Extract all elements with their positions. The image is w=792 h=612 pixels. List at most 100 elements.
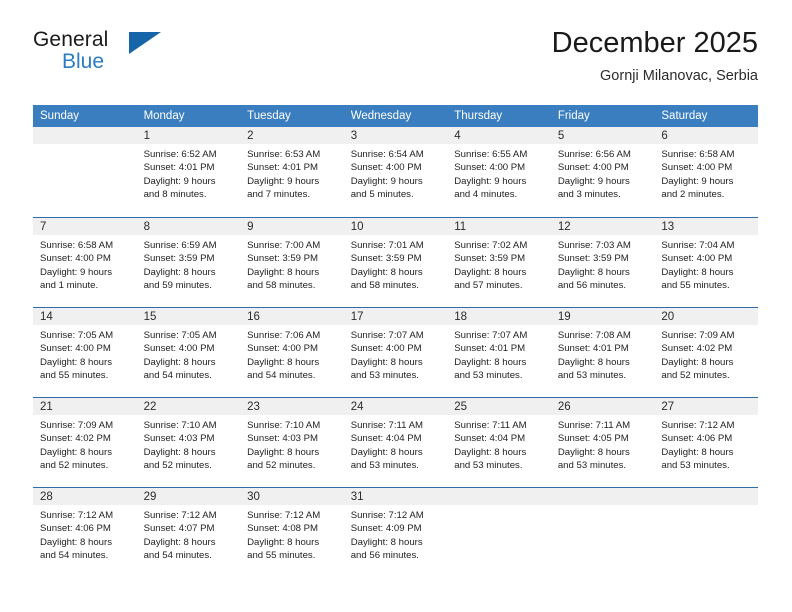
title-block: December 2025 Gornji Milanovac, Serbia <box>552 26 758 86</box>
daylight-duration-line2: and 54 minutes. <box>247 370 316 382</box>
day-details: Sunrise: 6:58 AM Sunset: 4:00 PM Daylight:… <box>654 144 758 202</box>
sunset-time: Sunset: 4:01 PM <box>454 343 526 355</box>
calendar-day-cell[interactable]: 25 Sunrise: 7:11 AM Sunset: 4:04 PM Dayligh… <box>447 397 551 487</box>
sunrise-time: Sunrise: 7:12 AM <box>350 510 424 521</box>
day-details: Sunrise: 7:12 AM Sunset: 4:09 PM Daylight:… <box>344 505 448 563</box>
calendar-day-cell[interactable] <box>447 487 551 577</box>
day-cell-inner: 8 Sunrise: 6:59 AM Sunset: 3:59 PM Daylight… <box>136 217 241 307</box>
daylight-duration-line2: and 52 minutes. <box>247 460 316 472</box>
daylight-duration-line1: Daylight: 8 hours <box>247 356 320 368</box>
sunrise-time: Sunrise: 7:09 AM <box>40 420 114 431</box>
daylight-duration-line1: Daylight: 9 hours <box>143 175 216 187</box>
calendar-day-cell[interactable]: 3 Sunrise: 6:54 AM Sunset: 4:00 PM Daylight… <box>343 127 448 217</box>
calendar-day-cell[interactable]: 6 Sunrise: 6:58 AM Sunset: 4:00 PM Daylight… <box>654 127 758 217</box>
calendar-day-cell[interactable]: 27 Sunrise: 7:12 AM Sunset: 4:06 PM Dayligh… <box>654 397 758 487</box>
calendar-day-cell[interactable]: 14 Sunrise: 7:05 AM Sunset: 4:00 PM Dayligh… <box>33 307 137 397</box>
calendar-day-cell[interactable]: 24 Sunrise: 7:11 AM Sunset: 4:04 PM Dayligh… <box>343 397 448 487</box>
sunset-time: Sunset: 4:00 PM <box>557 162 629 174</box>
day-number: 4 <box>447 127 551 144</box>
day-cell-inner: 19 Sunrise: 7:08 AM Sunset: 4:01 PM Dayligh… <box>550 307 655 397</box>
day-details <box>33 144 137 148</box>
day-details <box>654 505 758 509</box>
daylight-duration-line1: Daylight: 8 hours <box>454 446 527 458</box>
calendar-day-cell[interactable]: 21 Sunrise: 7:09 AM Sunset: 4:02 PM Dayligh… <box>33 397 137 487</box>
calendar-day-cell[interactable]: 10 Sunrise: 7:01 AM Sunset: 3:59 PM Dayligh… <box>343 217 448 307</box>
calendar-day-cell[interactable]: 2 Sunrise: 6:53 AM Sunset: 4:01 PM Daylight… <box>240 127 344 217</box>
day-details: Sunrise: 6:52 AM Sunset: 4:01 PM Daylight:… <box>137 144 241 202</box>
calendar-day-cell[interactable] <box>550 487 655 577</box>
daylight-duration-line1: Daylight: 8 hours <box>143 446 216 458</box>
calendar-day-cell[interactable] <box>654 487 758 577</box>
daylight-duration-line2: and 53 minutes. <box>661 460 730 472</box>
day-number: 7 <box>33 218 137 235</box>
calendar-day-cell[interactable]: 9 Sunrise: 7:00 AM Sunset: 3:59 PM Daylight… <box>240 217 344 307</box>
weekday-header-friday: Friday <box>550 105 655 127</box>
general-blue-logo[interactable]: General Blue <box>33 28 253 88</box>
day-details: Sunrise: 7:07 AM Sunset: 4:00 PM Daylight:… <box>344 325 448 383</box>
daylight-duration-line2: and 53 minutes. <box>454 370 523 382</box>
daylight-duration-line2: and 8 minutes. <box>143 189 207 201</box>
sunrise-time: Sunrise: 7:12 AM <box>247 510 321 521</box>
sunrise-time: Sunrise: 7:11 AM <box>454 420 527 431</box>
sunset-time: Sunset: 4:04 PM <box>454 433 526 445</box>
day-cell-inner: 22 Sunrise: 7:10 AM Sunset: 4:03 PM Dayligh… <box>136 397 241 487</box>
calendar-day-cell[interactable]: 8 Sunrise: 6:59 AM Sunset: 3:59 PM Daylight… <box>136 217 241 307</box>
day-cell-inner <box>447 487 551 577</box>
calendar-day-cell[interactable]: 30 Sunrise: 7:12 AM Sunset: 4:08 PM Dayligh… <box>240 487 344 577</box>
weekday-header-tuesday: Tuesday <box>240 105 344 127</box>
day-number <box>33 127 137 144</box>
day-number: 8 <box>136 218 241 235</box>
calendar-day-cell[interactable]: 5 Sunrise: 6:56 AM Sunset: 4:00 PM Daylight… <box>550 127 655 217</box>
daylight-duration-line1: Daylight: 8 hours <box>350 536 423 548</box>
sunrise-time: Sunrise: 7:01 AM <box>350 240 424 251</box>
calendar-day-cell[interactable] <box>33 127 137 217</box>
daylight-duration-line1: Daylight: 9 hours <box>557 175 630 187</box>
calendar-day-cell[interactable]: 4 Sunrise: 6:55 AM Sunset: 4:00 PM Daylight… <box>447 127 551 217</box>
calendar-day-cell[interactable]: 11 Sunrise: 7:02 AM Sunset: 3:59 PM Dayligh… <box>447 217 551 307</box>
day-cell-inner: 5 Sunrise: 6:56 AM Sunset: 4:00 PM Daylight… <box>550 127 655 217</box>
day-details <box>447 505 551 509</box>
calendar-day-cell[interactable]: 13 Sunrise: 7:04 AM Sunset: 4:00 PM Dayligh… <box>654 217 758 307</box>
day-number: 2 <box>240 127 344 144</box>
calendar-day-cell[interactable]: 20 Sunrise: 7:09 AM Sunset: 4:02 PM Dayligh… <box>654 307 758 397</box>
daylight-duration-line1: Daylight: 8 hours <box>247 446 320 458</box>
daylight-duration-line1: Daylight: 8 hours <box>143 266 216 278</box>
day-cell-inner <box>654 487 758 577</box>
calendar-day-cell[interactable]: 19 Sunrise: 7:08 AM Sunset: 4:01 PM Dayligh… <box>550 307 655 397</box>
calendar-day-cell[interactable]: 15 Sunrise: 7:05 AM Sunset: 4:00 PM Dayligh… <box>136 307 241 397</box>
day-details: Sunrise: 7:11 AM Sunset: 4:05 PM Daylight:… <box>551 415 655 473</box>
day-cell-inner: 26 Sunrise: 7:11 AM Sunset: 4:05 PM Dayligh… <box>550 397 655 487</box>
calendar-day-cell[interactable]: 22 Sunrise: 7:10 AM Sunset: 4:03 PM Dayligh… <box>136 397 241 487</box>
day-details: Sunrise: 7:06 AM Sunset: 4:00 PM Daylight:… <box>240 325 344 383</box>
day-details: Sunrise: 7:02 AM Sunset: 3:59 PM Daylight:… <box>447 235 551 293</box>
day-cell-inner: 11 Sunrise: 7:02 AM Sunset: 3:59 PM Dayligh… <box>447 217 551 307</box>
calendar-day-cell[interactable]: 28 Sunrise: 7:12 AM Sunset: 4:06 PM Dayligh… <box>33 487 137 577</box>
calendar-day-cell[interactable]: 1 Sunrise: 6:52 AM Sunset: 4:01 PM Daylight… <box>136 127 241 217</box>
day-details: Sunrise: 7:12 AM Sunset: 4:07 PM Daylight:… <box>137 505 241 563</box>
sunrise-time: Sunrise: 7:12 AM <box>40 510 114 521</box>
day-details: Sunrise: 7:09 AM Sunset: 4:02 PM Daylight:… <box>654 325 758 383</box>
daylight-duration-line2: and 4 minutes. <box>454 189 518 201</box>
sunset-time: Sunset: 3:59 PM <box>143 253 215 265</box>
day-number: 20 <box>654 308 758 325</box>
day-number: 11 <box>447 218 551 235</box>
calendar-day-cell[interactable]: 18 Sunrise: 7:07 AM Sunset: 4:01 PM Dayligh… <box>447 307 551 397</box>
calendar-day-cell[interactable]: 17 Sunrise: 7:07 AM Sunset: 4:00 PM Dayligh… <box>343 307 448 397</box>
logo-text-general: General <box>33 28 109 51</box>
day-details: Sunrise: 7:08 AM Sunset: 4:01 PM Daylight:… <box>551 325 655 383</box>
day-cell-inner <box>550 487 655 577</box>
calendar-day-cell[interactable]: 26 Sunrise: 7:11 AM Sunset: 4:05 PM Dayligh… <box>550 397 655 487</box>
sunset-time: Sunset: 4:00 PM <box>247 343 319 355</box>
calendar-day-cell[interactable]: 23 Sunrise: 7:10 AM Sunset: 4:03 PM Dayligh… <box>240 397 344 487</box>
day-number: 13 <box>654 218 758 235</box>
calendar-day-cell[interactable]: 29 Sunrise: 7:12 AM Sunset: 4:07 PM Dayligh… <box>136 487 241 577</box>
day-cell-inner: 4 Sunrise: 6:55 AM Sunset: 4:00 PM Daylight… <box>447 127 551 217</box>
day-number: 29 <box>136 488 241 505</box>
calendar-day-cell[interactable]: 31 Sunrise: 7:12 AM Sunset: 4:09 PM Dayligh… <box>343 487 448 577</box>
calendar-day-cell[interactable]: 16 Sunrise: 7:06 AM Sunset: 4:00 PM Dayligh… <box>240 307 344 397</box>
calendar-day-cell[interactable]: 7 Sunrise: 6:58 AM Sunset: 4:00 PM Daylight… <box>33 217 137 307</box>
calendar-day-cell[interactable]: 12 Sunrise: 7:03 AM Sunset: 3:59 PM Dayligh… <box>550 217 655 307</box>
daylight-duration-line2: and 52 minutes. <box>143 460 212 472</box>
sunset-time: Sunset: 4:05 PM <box>557 433 629 445</box>
day-details: Sunrise: 7:07 AM Sunset: 4:01 PM Daylight:… <box>447 325 551 383</box>
